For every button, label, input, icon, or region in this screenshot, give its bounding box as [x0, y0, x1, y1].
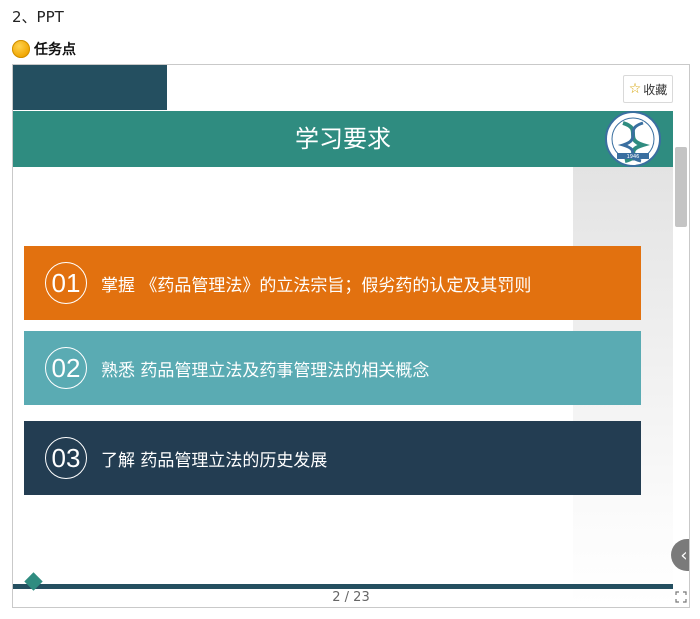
star-icon: ☆: [628, 81, 642, 97]
requirement-item-1: 01 掌握 《药品管理法》的立法宗旨；假劣药的认定及其罚则: [24, 246, 641, 320]
favorite-button[interactable]: ☆ 收藏: [623, 75, 673, 103]
task-status-icon: [12, 40, 30, 58]
item-text: 熟悉 药品管理立法及药事管理法的相关概念: [101, 360, 430, 381]
fullscreen-icon[interactable]: [675, 591, 687, 603]
item-number: 02: [45, 347, 87, 389]
requirement-item-3: 03 了解 药品管理立法的历史发展: [24, 421, 641, 495]
requirement-item-2: 02 熟悉 药品管理立法及药事管理法的相关概念: [24, 331, 641, 405]
slide-title: 学习要求: [295, 125, 391, 153]
slide-header: 学习要求: [13, 111, 673, 167]
section-title: 2、PPT: [12, 8, 64, 26]
collapse-arrow-button[interactable]: ‹: [671, 539, 689, 571]
item-number: 01: [45, 262, 87, 304]
page-counter: 2 / 23: [332, 590, 370, 605]
favorite-label: 收藏: [643, 82, 668, 97]
svg-text:1946: 1946: [627, 154, 640, 160]
item-text: 掌握 《药品管理法》的立法宗旨；假劣药的认定及其罚则: [101, 275, 532, 296]
slide-scrollbar-thumb[interactable]: [675, 147, 687, 227]
ppt-viewer[interactable]: 学习要求 1946 ☆ 收藏 01 掌握 《药品管理法》的立法宗旨；假劣药的认定…: [12, 64, 690, 608]
task-point: 任务点: [12, 38, 76, 60]
item-number: 03: [45, 437, 87, 479]
college-logo: 1946: [605, 111, 661, 167]
slide-top-tab: [13, 65, 167, 110]
chevron-left-icon: ‹: [680, 544, 688, 566]
slide-bottom-line: [13, 584, 673, 589]
task-label: 任务点: [34, 42, 76, 58]
item-text: 了解 药品管理立法的历史发展: [101, 450, 328, 471]
